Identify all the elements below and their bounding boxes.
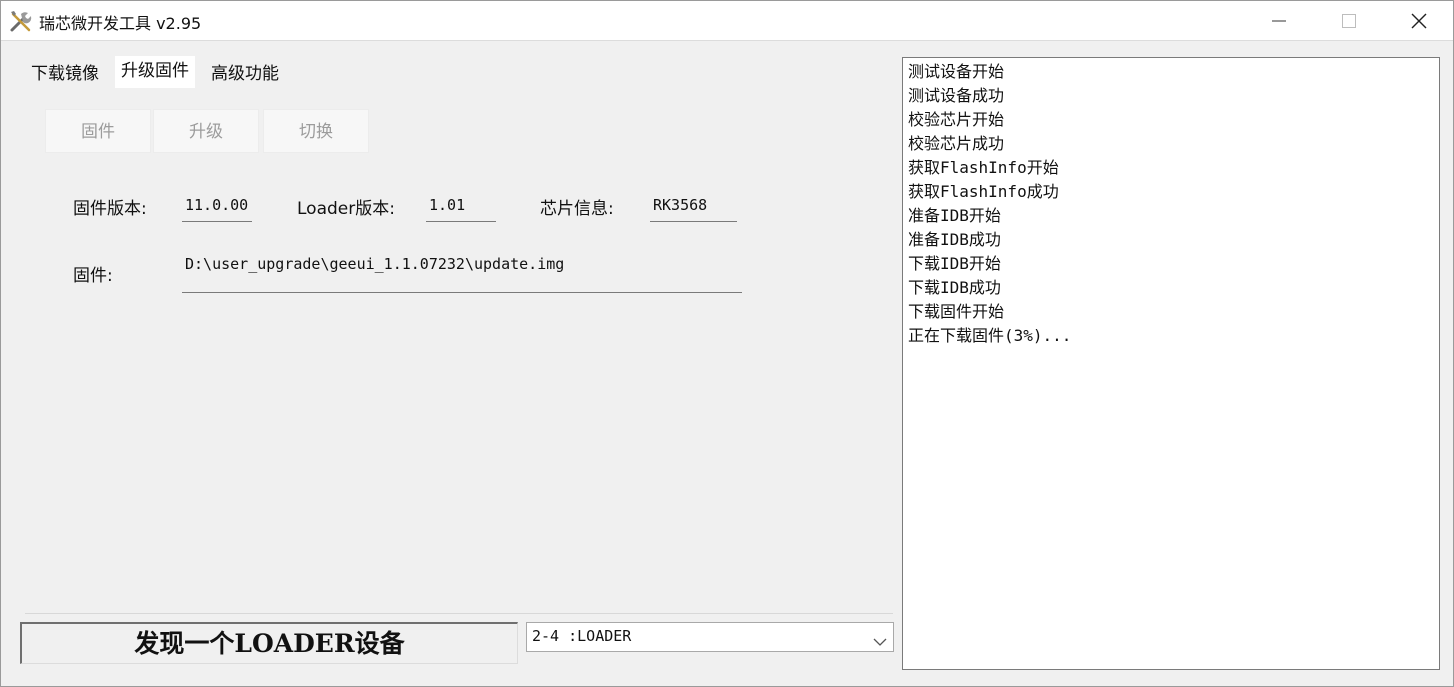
log-lines: 测试设备开始 测试设备成功 校验芯片开始 校验芯片成功获取FlashInfo开始 获取F… (908, 60, 1434, 348)
log-line: 正在下载固件(3%)... (908, 326, 1072, 345)
firmware-path-value: D:\user_upgrade\geeui_1.1.07232\update.i… (185, 255, 565, 273)
status-separator (25, 613, 893, 614)
chip-info-value: RK3568 (653, 196, 708, 214)
log-line: 校验芯片开始 (908, 110, 1005, 129)
device-select-value: 2-4 :LOADER (532, 627, 632, 645)
chip-info-label: 芯片信息: (540, 199, 614, 219)
tab-download-image[interactable]: 下载镜像 (25, 59, 105, 89)
log-line: 获取FlashInfo成功 (908, 182, 1059, 201)
loader-version-underline (426, 221, 496, 222)
chip-info-underline (650, 221, 737, 222)
firmware-version-label: 固件版本: (73, 199, 147, 219)
maximize-icon (1342, 14, 1356, 28)
window-title: 瑞芯微开发工具 v2.95 (39, 14, 202, 33)
log-line: 测试设备开始 (908, 62, 1005, 81)
switch-button[interactable]: 切换 (263, 109, 369, 153)
tab-advanced-functions[interactable]: 高级功能 (205, 59, 285, 89)
firmware-path-underline (182, 292, 742, 293)
minimize-button[interactable] (1244, 1, 1314, 41)
log-line: 校验芯片成功 (908, 134, 1005, 153)
title-bar: 瑞芯微开发工具 v2.95 (1, 1, 1453, 41)
tab-upgrade-firmware[interactable]: 升级固件 (115, 56, 195, 88)
app-window: 瑞芯微开发工具 v2.95 下载镜像 升级固件 高级功能 固件 升级 切换 固件… (0, 0, 1454, 687)
log-line: 下载IDB开始 (908, 254, 1001, 273)
firmware-version-value: 11.0.00 (185, 196, 249, 214)
maximize-button[interactable] (1314, 1, 1384, 41)
minimize-icon (1272, 20, 1286, 22)
device-status-text: 发现一个LOADER设备 (134, 629, 405, 658)
log-output[interactable]: 测试设备开始 测试设备成功 校验芯片开始 校验芯片成功获取FlashInfo开始 获取F… (902, 57, 1440, 670)
log-line: 下载固件开始 (908, 302, 1005, 321)
firmware-version-underline (182, 221, 252, 222)
status-panel: 发现一个LOADER设备 (20, 622, 518, 664)
chevron-down-icon (873, 632, 887, 652)
tools-icon (9, 9, 33, 33)
loader-version-label: Loader版本: (297, 199, 395, 219)
log-line: 获取FlashInfo开始 (908, 158, 1059, 177)
log-line: 准备IDB成功 (908, 230, 1001, 249)
close-icon (1411, 13, 1427, 29)
loader-version-value: 1.01 (429, 196, 466, 214)
device-select[interactable]: 2-4 :LOADER (526, 622, 894, 652)
firmware-path-label: 固件: (73, 266, 113, 286)
close-button[interactable] (1384, 1, 1454, 41)
log-line: 测试设备成功 (908, 86, 1005, 105)
firmware-button[interactable]: 固件 (45, 109, 151, 153)
upgrade-button[interactable]: 升级 (153, 109, 259, 153)
log-line: 下载IDB成功 (908, 278, 1001, 297)
log-line: 准备IDB开始 (908, 206, 1001, 225)
